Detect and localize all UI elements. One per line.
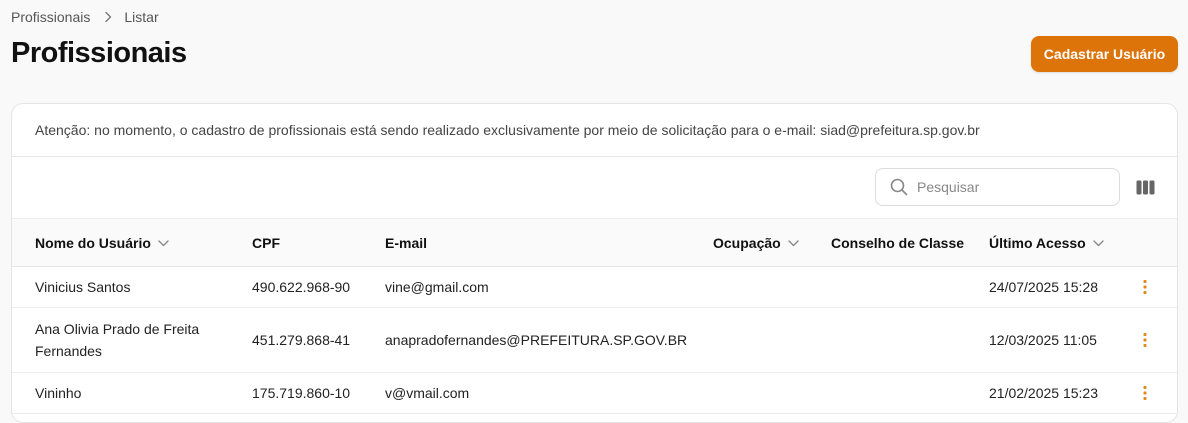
cell-ultimo-acesso: 21/02/2025 15:23 [989,385,1098,401]
columns-icon[interactable] [1135,179,1155,195]
cell-cpf: 451.279.868-41 [252,332,351,348]
table-toolbar [12,157,1177,218]
cell-email: vine@gmail.com [385,279,489,295]
cadastrar-usuario-button[interactable]: Cadastrar Usuário [1031,36,1178,72]
cell-ultimo-acesso: 24/07/2025 15:28 [989,279,1098,295]
chevron-down-icon [1093,239,1104,247]
chevron-right-icon [104,11,112,23]
table-row[interactable]: Ana Olivia Prado de Freita Fernandes 451… [12,308,1177,373]
chevron-down-icon [788,239,799,247]
chevron-down-icon [158,239,169,247]
search-icon [890,178,908,196]
table-row[interactable]: Vininho 175.719.860-10 v@vmail.com 21/02… [12,373,1177,414]
kebab-menu-icon[interactable] [1135,373,1155,413]
breadcrumb-profissionais[interactable]: Profissionais [11,9,90,25]
page-title: Profissionais [11,37,187,69]
cell-ultimo-acesso: 12/03/2025 11:05 [989,332,1097,348]
breadcrumb: Profissionais Listar [11,9,159,25]
column-header-email: E-mail [385,219,427,267]
cell-cpf: 175.719.860-10 [252,385,351,401]
column-header-label: Ocupação [713,235,781,251]
column-header-ultimo-acesso[interactable]: Último Acesso [989,219,1104,267]
search-input[interactable] [917,179,1107,195]
professionals-card: Atenção: no momento, o cadastro de profi… [11,103,1178,423]
column-header-cpf: CPF [252,219,280,267]
cell-nome: Vinicius Santos [35,279,131,295]
cell-email: v@vmail.com [385,385,470,401]
cell-nome: Vininho [35,385,82,401]
column-header-label: Nome do Usuário [35,235,151,251]
column-header-ocupacao[interactable]: Ocupação [713,219,799,267]
search-box[interactable] [875,168,1120,206]
cell-cpf: 490.622.968-90 [252,279,351,295]
column-header-label: Conselho de Classe [831,235,965,251]
column-header-label: E-mail [385,235,428,251]
table-header: Nome do Usuário CPF E-mail Ocupação Cons… [12,218,1177,267]
column-header-label: CPF [252,235,280,251]
kebab-menu-icon[interactable] [1135,308,1155,372]
breadcrumb-listar: Listar [124,9,159,25]
column-header-label: Último Acesso [989,235,1086,251]
kebab-menu-icon[interactable] [1135,267,1155,307]
cell-nome: Ana Olivia Prado de Freita Fernandes [35,321,200,359]
column-header-conselho: Conselho de Classe [831,219,964,267]
cell-email: anapradofernandes@PREFEITURA.SP.GOV.BR [385,332,688,348]
column-header-nome[interactable]: Nome do Usuário [35,219,169,267]
notice-banner: Atenção: no momento, o cadastro de profi… [12,104,1177,157]
table-row[interactable]: Vinicius Santos 490.622.968-90 vine@gmai… [12,267,1177,308]
